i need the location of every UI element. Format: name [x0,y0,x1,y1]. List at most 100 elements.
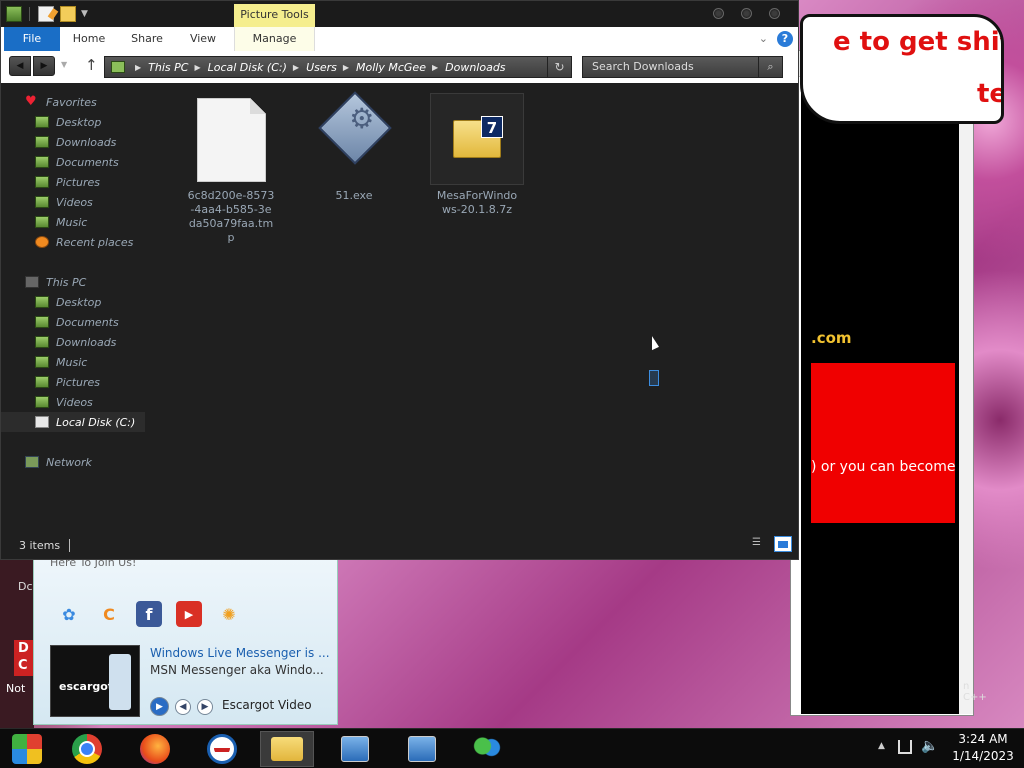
tab-view[interactable]: View [183,27,223,51]
video-label[interactable]: Escargot Video [222,698,312,712]
documents-folder-icon [35,316,49,328]
maximize-button[interactable] [741,8,752,19]
tab-file[interactable]: File [4,27,60,51]
file-explorer-window[interactable]: ▼ Picture Tools File Home Share View Man… [0,0,799,560]
sidebar-item-this-pc[interactable]: This PC [1,272,145,292]
taskbar-firefox[interactable] [128,731,182,767]
browser-domain-text[interactable]: .com [811,329,852,347]
minimize-button[interactable] [713,8,724,19]
search-input[interactable]: Search Downloads ⌕ [582,56,783,78]
next-icon[interactable]: ▶ [197,698,213,715]
sidebar-item-pc-videos[interactable]: Videos [1,392,145,412]
browser-banner-text: ) or you can become [811,459,956,475]
sidebar-item-pc-downloads[interactable]: Downloads [1,332,145,352]
ribbon-expand-icon[interactable]: ⌄ [759,32,768,45]
network-computer-icon [408,736,436,762]
properties-icon[interactable] [38,6,54,22]
heart-icon: ♥ [25,94,37,109]
close-button[interactable] [769,8,780,19]
previous-icon[interactable]: ◀ [175,698,191,715]
file-name: 6c8d200e-8573-4aa4-b585-3eda50a79faa.tmp [187,189,275,244]
new-folder-icon[interactable] [60,6,76,22]
msn-butterfly-icon[interactable]: ✿ [56,601,82,627]
refresh-icon[interactable]: ↻ [547,57,571,77]
sidebar-item-recent-places[interactable]: Recent places [1,232,145,252]
sidebar-item-pc-pictures[interactable]: Pictures [1,372,145,392]
sidebar-item-pc-documents[interactable]: Documents [1,312,145,332]
file-item[interactable]: 6c8d200e-8573-4aa4-b585-3eda50a79faa.tmp [183,93,279,245]
volume-icon[interactable]: 🔈 [921,738,938,754]
sidebar-item-favorites[interactable]: ♥ Favorites [1,92,145,112]
sidebar-item-pc-desktop[interactable]: Desktop [1,292,145,312]
sidebar-item-network[interactable]: Network [1,452,145,472]
clock-time[interactable]: 3:24 AM [948,732,1018,746]
7zip-badge-icon: 7 [481,116,503,138]
file-item[interactable]: 51.exe [306,91,402,203]
sidebar-item-desktop[interactable]: Desktop [1,112,145,132]
news-subline[interactable]: MSN Messenger aka Windo... [150,663,324,677]
forward-button[interactable]: ▶ [33,56,55,76]
youtube-icon[interactable]: ▶ [176,601,202,627]
help-icon[interactable]: ? [777,31,793,47]
taskbar-network-app-2[interactable] [395,731,449,767]
quick-access-dropdown-icon[interactable]: ▼ [81,9,91,25]
large-icons-view-icon[interactable] [774,536,792,552]
selection-rectangle [649,370,659,386]
breadcrumb-users[interactable]: Users [306,61,337,74]
browser-scrollbar[interactable]: ▲ [959,79,973,714]
back-button[interactable]: ◀ [9,56,31,76]
sidebar-item-pc-music[interactable]: Music [1,352,145,372]
breadcrumb: This PC ▶ Local Disk (C:) ▶ Users ▶ Molly M… [148,60,506,74]
clock-date[interactable]: 1/14/2023 [948,749,1018,763]
sun-icon[interactable]: ✺ [216,601,242,627]
downloads-folder-icon [35,336,49,348]
play-icon[interactable]: ▶ [150,697,169,716]
browser-red-banner: ) or you can become [811,363,955,523]
taskbar-messenger[interactable] [460,731,514,767]
news-thumbnail[interactable]: escargot [50,645,140,717]
breadcrumb-local-disk[interactable]: Local Disk (C:) [208,61,287,74]
taskbar-obama-logo[interactable] [195,731,249,767]
news-headline[interactable]: Windows Live Messenger is ... [150,646,330,660]
tab-manage[interactable]: Manage [234,27,315,51]
sidebar-item-documents[interactable]: Documents [1,152,145,172]
escargot-icon[interactable]: C [96,601,122,627]
breadcrumb-downloads[interactable]: Downloads [445,61,505,74]
desktop-red-icon[interactable]: D C [14,640,34,676]
tab-share[interactable]: Share [125,27,169,51]
recent-places-icon [35,236,49,248]
sidebar-item-downloads[interactable]: Downloads [1,132,145,152]
browser-window[interactable]: .com ) or you can become ▲ n C++ [790,50,987,716]
item-count: 3 items [19,539,61,552]
sidebar-item-local-disk[interactable]: Local Disk (C:) [1,412,145,432]
breadcrumb-molly-mcgee[interactable]: Molly McGee [356,61,426,74]
music-folder-icon [35,356,49,368]
taskbar-chrome[interactable] [60,731,114,767]
browser-bottom-text: n C++ [963,681,987,703]
file-item[interactable]: 7 MesaForWindows-20.1.8.7z [429,93,525,217]
breadcrumb-separator: ▶ [135,62,142,72]
start-button[interactable] [0,731,54,767]
sidebar-item-videos[interactable]: Videos [1,192,145,212]
taskbar-file-explorer[interactable] [260,731,314,767]
videos-folder-icon [35,196,49,208]
browser-page-content: .com ) or you can become [801,79,961,714]
sidebar-item-pictures[interactable]: Pictures [1,172,145,192]
drive-icon [35,416,49,428]
explorer-app-icon[interactable] [6,6,22,22]
messenger-widget: Here To Join Us! ✿ C f ▶ ✺ escargot Wind… [33,555,338,725]
address-bar[interactable]: ▶ This PC ▶ Local Disk (C:) ▶ Users ▶ Molly… [104,56,572,78]
sidebar-item-music[interactable]: Music [1,212,145,232]
up-arrow-icon[interactable]: ↑ [85,56,98,74]
show-hidden-icons-icon[interactable]: ▲ [878,741,885,751]
system-tray: ▲ 🔈 3:24 AM 1/14/2023 [864,729,1024,768]
facebook-icon[interactable]: f [136,601,162,627]
breadcrumb-this-pc[interactable]: This PC [148,61,188,74]
tab-home[interactable]: Home [69,27,109,51]
details-view-icon[interactable]: ☰ [752,537,768,551]
explorer-titlebar[interactable]: ▼ Picture Tools [1,1,798,28]
network-status-icon[interactable] [898,740,912,754]
recent-locations-icon[interactable]: ▼ [61,60,67,69]
taskbar-network-app-1[interactable] [328,731,382,767]
search-icon[interactable]: ⌕ [758,57,782,77]
